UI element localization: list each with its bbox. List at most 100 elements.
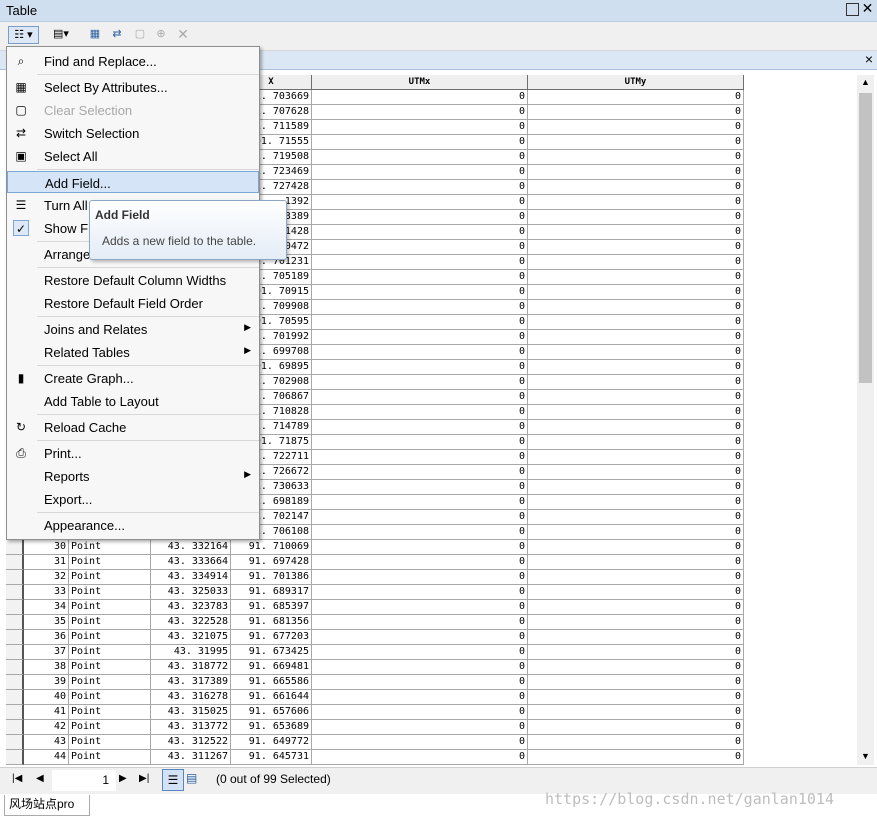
shape-cell[interactable]: Point [69, 585, 151, 600]
utmx-cell[interactable]: 0 [312, 660, 528, 675]
related-tables-button[interactable]: ▤▾ [47, 26, 75, 44]
show-selected-records-icon[interactable]: ▤ [186, 771, 197, 785]
utmy-cell[interactable]: 0 [528, 735, 744, 750]
x-cell[interactable]: 91. 681356 [231, 615, 312, 630]
utmx-cell[interactable]: 0 [312, 330, 528, 345]
utmy-cell[interactable]: 0 [528, 555, 744, 570]
lat-cell[interactable]: 43. 312522 [151, 735, 231, 750]
row-selector[interactable] [6, 675, 24, 690]
shape-cell[interactable]: Point [69, 600, 151, 615]
utmx-cell[interactable]: 0 [312, 705, 528, 720]
menu-item-select-by-attributes[interactable]: ▦ Select By Attributes... [7, 76, 259, 98]
utmy-cell[interactable]: 0 [528, 330, 744, 345]
lat-cell[interactable]: 43. 311267 [151, 750, 231, 765]
table-row[interactable]: 43 Point 43. 312522 91. 649772 0 0 [6, 735, 746, 750]
shape-cell[interactable]: Point [69, 615, 151, 630]
utmx-cell[interactable]: 0 [312, 525, 528, 540]
fid-cell[interactable]: 36 [24, 630, 69, 645]
utmy-cell[interactable]: 0 [528, 570, 744, 585]
first-record-icon[interactable]: |◀ [12, 773, 22, 784]
row-selector[interactable] [6, 555, 24, 570]
utmx-cell[interactable]: 0 [312, 90, 528, 105]
utmx-cell[interactable]: 0 [312, 450, 528, 465]
utmy-cell[interactable]: 0 [528, 480, 744, 495]
utmy-cell[interactable]: 0 [528, 435, 744, 450]
utmy-cell[interactable]: 0 [528, 90, 744, 105]
utmy-cell[interactable]: 0 [528, 615, 744, 630]
utmx-cell[interactable]: 0 [312, 180, 528, 195]
fid-cell[interactable]: 41 [24, 705, 69, 720]
lat-cell[interactable]: 43. 316278 [151, 690, 231, 705]
x-cell[interactable]: 91. 673425 [231, 645, 312, 660]
row-selector[interactable] [6, 630, 24, 645]
utmx-cell[interactable]: 0 [312, 375, 528, 390]
utmy-cell[interactable]: 0 [528, 255, 744, 270]
utmy-cell[interactable]: 0 [528, 690, 744, 705]
utmy-cell[interactable]: 0 [528, 630, 744, 645]
utmx-cell[interactable]: 0 [312, 675, 528, 690]
utmy-cell[interactable]: 0 [528, 120, 744, 135]
lat-cell[interactable]: 43. 325033 [151, 585, 231, 600]
utmy-cell[interactable]: 0 [528, 285, 744, 300]
row-selector[interactable] [6, 615, 24, 630]
utmy-cell[interactable]: 0 [528, 150, 744, 165]
menu-item-switch-selection[interactable]: ⇄ Switch Selection [7, 122, 259, 144]
shape-cell[interactable]: Point [69, 735, 151, 750]
table-row[interactable]: 31 Point 43. 333664 91. 697428 0 0 [6, 555, 746, 570]
x-cell[interactable]: 91. 661644 [231, 690, 312, 705]
menu-item-add-table-to-layout[interactable]: Add Table to Layout [7, 390, 259, 412]
utmx-cell[interactable]: 0 [312, 540, 528, 555]
utmx-cell[interactable]: 0 [312, 300, 528, 315]
clear-selection-toolbar-icon[interactable]: ▢ [131, 26, 149, 44]
scroll-up-icon[interactable]: ▲ [861, 77, 870, 87]
utmx-cell[interactable]: 0 [312, 165, 528, 180]
utmy-cell[interactable]: 0 [528, 360, 744, 375]
utmy-cell[interactable]: 0 [528, 540, 744, 555]
utmx-cell[interactable]: 0 [312, 570, 528, 585]
table-row[interactable]: 40 Point 43. 316278 91. 661644 0 0 [6, 690, 746, 705]
utmx-cell[interactable]: 0 [312, 405, 528, 420]
row-selector[interactable] [6, 705, 24, 720]
utmy-cell[interactable]: 0 [528, 345, 744, 360]
show-all-records-icon[interactable]: ☰ [162, 769, 184, 791]
fid-cell[interactable]: 35 [24, 615, 69, 630]
row-selector[interactable] [6, 645, 24, 660]
lat-cell[interactable]: 43. 321075 [151, 630, 231, 645]
shape-cell[interactable]: Point [69, 645, 151, 660]
scrollbar-thumb[interactable] [859, 93, 872, 383]
lat-cell[interactable]: 43. 31995 [151, 645, 231, 660]
lat-cell[interactable]: 43. 318772 [151, 660, 231, 675]
utmy-cell[interactable]: 0 [528, 165, 744, 180]
table-row[interactable]: 32 Point 43. 334914 91. 701386 0 0 [6, 570, 746, 585]
shape-cell[interactable]: Point [69, 705, 151, 720]
fid-cell[interactable]: 38 [24, 660, 69, 675]
x-cell[interactable]: 91. 653689 [231, 720, 312, 735]
menu-item-reports[interactable]: Reports ▶ [7, 465, 259, 487]
shape-cell[interactable]: Point [69, 570, 151, 585]
utmx-cell[interactable]: 0 [312, 150, 528, 165]
utmx-cell[interactable]: 0 [312, 465, 528, 480]
header-utmx[interactable]: UTMx [312, 75, 528, 90]
fid-cell[interactable]: 42 [24, 720, 69, 735]
utmx-cell[interactable]: 0 [312, 240, 528, 255]
utmx-cell[interactable]: 0 [312, 285, 528, 300]
utmy-cell[interactable]: 0 [528, 600, 744, 615]
utmx-cell[interactable]: 0 [312, 630, 528, 645]
utmx-cell[interactable]: 0 [312, 645, 528, 660]
x-cell[interactable]: 91. 689317 [231, 585, 312, 600]
utmy-cell[interactable]: 0 [528, 390, 744, 405]
shape-cell[interactable]: Point [69, 540, 151, 555]
table-row[interactable]: 41 Point 43. 315025 91. 657606 0 0 [6, 705, 746, 720]
x-cell[interactable]: 91. 701386 [231, 570, 312, 585]
row-selector[interactable] [6, 540, 24, 555]
shape-cell[interactable]: Point [69, 555, 151, 570]
fid-cell[interactable]: 43 [24, 735, 69, 750]
fid-cell[interactable]: 40 [24, 690, 69, 705]
utmx-cell[interactable]: 0 [312, 510, 528, 525]
utmy-cell[interactable]: 0 [528, 720, 744, 735]
utmy-cell[interactable]: 0 [528, 375, 744, 390]
select-by-attributes-toolbar-icon[interactable]: ▦ [86, 26, 104, 44]
utmx-cell[interactable]: 0 [312, 345, 528, 360]
fid-cell[interactable]: 31 [24, 555, 69, 570]
delete-selected-toolbar-icon[interactable]: ✕ [174, 26, 192, 44]
